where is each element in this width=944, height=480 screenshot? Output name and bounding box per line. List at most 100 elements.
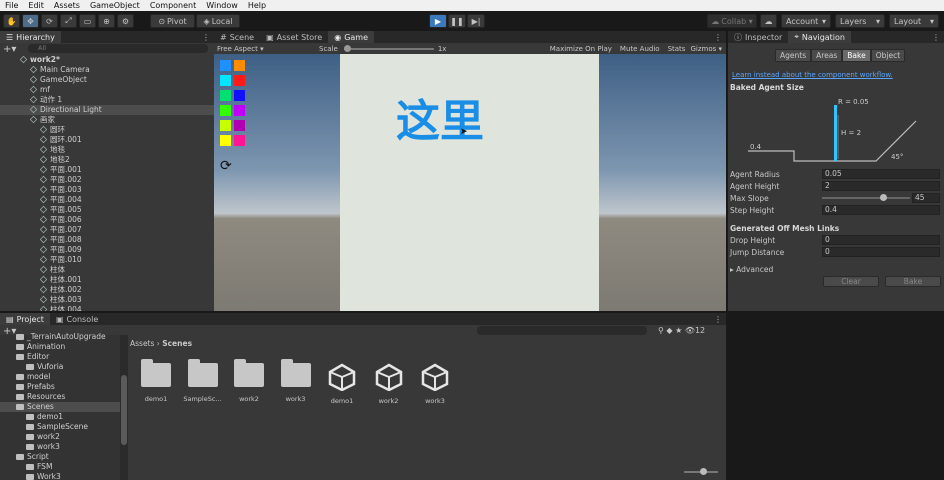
drop-height-field[interactable]: 0	[822, 235, 940, 245]
palette-swatch[interactable]	[234, 75, 245, 86]
breadcrumb-scenes[interactable]: Scenes	[162, 339, 192, 348]
project-tree-item[interactable]: Scenes	[0, 402, 120, 412]
hierarchy-item[interactable]: 平面.004	[0, 195, 214, 205]
subtab-areas[interactable]: Areas	[811, 49, 843, 62]
palette-swatch[interactable]	[234, 135, 245, 146]
asset-item[interactable]: work2	[369, 363, 409, 405]
palette-swatch[interactable]	[220, 90, 231, 101]
aspect-dropdown[interactable]: Free Aspect ▾	[217, 45, 297, 53]
palette-swatch[interactable]	[220, 105, 231, 116]
project-tree-item[interactable]: Animation	[0, 342, 120, 352]
tab-game[interactable]: ◉ Game	[328, 31, 375, 43]
breadcrumb-assets[interactable]: Assets	[130, 339, 154, 348]
move-tool-icon[interactable]: ✥	[22, 14, 39, 28]
bake-button[interactable]: Bake	[885, 276, 941, 287]
menu-window[interactable]: Window	[201, 0, 243, 11]
more-options-icon[interactable]: ⋮	[932, 33, 940, 42]
layout-dropdown[interactable]: Layout ▾	[889, 14, 939, 28]
step-button[interactable]: ▶|	[467, 14, 485, 28]
subtab-object[interactable]: Object	[870, 49, 906, 62]
menu-assets[interactable]: Assets	[49, 0, 85, 11]
hierarchy-item[interactable]: 平面.009	[0, 245, 214, 255]
hierarchy-item[interactable]: 平面.010	[0, 255, 214, 265]
menu-component[interactable]: Component	[145, 0, 201, 11]
project-tree-item[interactable]: work2	[0, 432, 120, 442]
cloud-icon[interactable]: ☁	[760, 14, 777, 28]
collab-button[interactable]: ☁ Collab ▾	[707, 14, 757, 28]
hierarchy-item[interactable]: 地毯2	[0, 155, 214, 165]
hierarchy-item[interactable]: GameObject	[0, 75, 214, 85]
asset-item[interactable]: work3	[415, 363, 455, 405]
project-tree-item[interactable]: Vuforia	[0, 362, 120, 372]
hierarchy-item[interactable]: mf	[0, 85, 214, 95]
jump-distance-field[interactable]: 0	[822, 247, 940, 257]
hierarchy-item[interactable]: 平面.008	[0, 235, 214, 245]
transform-tool-icon[interactable]: ⊕	[98, 14, 115, 28]
project-tree-item[interactable]: SampleScene	[0, 422, 120, 432]
hierarchy-item[interactable]: 柱体.003	[0, 295, 214, 305]
project-tree-item[interactable]: Resources	[0, 392, 120, 402]
custom-tool-icon[interactable]: ⚙	[117, 14, 134, 28]
max-slope-knob[interactable]	[880, 194, 887, 201]
hierarchy-item[interactable]: 平面.003	[0, 185, 214, 195]
project-tree-item[interactable]: Work3	[0, 472, 120, 480]
agent-height-field[interactable]: 2	[822, 181, 940, 191]
tab-scene[interactable]: # Scene	[214, 31, 260, 43]
palette-swatch[interactable]	[234, 120, 245, 131]
project-tree-item[interactable]: demo1	[0, 412, 120, 422]
advanced-foldout[interactable]: ▸ Advanced	[730, 265, 773, 274]
hand-tool-icon[interactable]: ✋	[3, 14, 20, 28]
palette-swatch[interactable]	[234, 90, 245, 101]
pause-button[interactable]: ❚❚	[448, 14, 466, 28]
subtab-bake[interactable]: Bake	[842, 49, 871, 62]
asset-item[interactable]: work2	[229, 359, 269, 403]
stats-toggle[interactable]: Stats	[668, 45, 686, 53]
palette-swatch[interactable]	[234, 105, 245, 116]
step-height-field[interactable]: 0.4	[822, 205, 940, 215]
refresh-icon[interactable]: ⟳	[220, 158, 232, 174]
icon-size-slider[interactable]	[684, 468, 718, 475]
hierarchy-item[interactable]: 柱体.004	[0, 305, 214, 311]
tab-navigation[interactable]: ⌖ Navigation	[788, 31, 851, 43]
hierarchy-item[interactable]: 画家	[0, 115, 214, 125]
mute-audio-toggle[interactable]: Mute Audio	[620, 45, 660, 53]
hierarchy-item[interactable]: 柱体.002	[0, 285, 214, 295]
tree-scrollbar-thumb[interactable]	[121, 375, 127, 445]
tab-console[interactable]: ▣ Console	[50, 313, 104, 325]
component-workflow-link[interactable]: Learn instead about the component workfl…	[732, 71, 893, 79]
more-options-icon[interactable]: ⋮	[202, 33, 210, 42]
more-options-icon[interactable]: ⋮	[714, 33, 722, 42]
hierarchy-item[interactable]: 平面.001	[0, 165, 214, 175]
gizmos-dropdown[interactable]: Gizmos ▾	[690, 45, 722, 53]
project-tree-item[interactable]: FSM	[0, 462, 120, 472]
project-tree-item[interactable]: Script	[0, 452, 120, 462]
project-tree-item[interactable]: _TerrainAutoUpgrade	[0, 332, 120, 342]
layers-dropdown[interactable]: Layers ▾	[835, 14, 885, 28]
hierarchy-item[interactable]: 圆环.001	[0, 135, 214, 145]
project-tree-item[interactable]: Prefabs	[0, 382, 120, 392]
asset-item[interactable]: work3	[276, 359, 316, 403]
play-button[interactable]: ▶	[429, 14, 447, 28]
menu-file[interactable]: File	[0, 0, 23, 11]
project-tree-item[interactable]: work3	[0, 442, 120, 452]
game-viewport[interactable]: ⟳ 这里 ➤	[214, 54, 726, 311]
palette-swatch[interactable]	[220, 60, 231, 71]
menu-help[interactable]: Help	[243, 0, 271, 11]
hierarchy-item[interactable]: 柱体	[0, 265, 214, 275]
palette-swatch[interactable]	[220, 75, 231, 86]
hierarchy-item[interactable]: 平面.007	[0, 225, 214, 235]
hierarchy-item[interactable]: 圆环	[0, 125, 214, 135]
icon-size-knob[interactable]	[700, 468, 707, 475]
filter-icons[interactable]: ⚲ ◆ ★ 👁12	[658, 326, 705, 335]
asset-item[interactable]: SampleSc...	[183, 359, 223, 403]
hierarchy-item[interactable]: 柱体.001	[0, 275, 214, 285]
hierarchy-item[interactable]: work2*	[0, 55, 214, 65]
hierarchy-item[interactable]: Directional Light	[0, 105, 214, 115]
max-slope-slider[interactable]	[822, 194, 910, 201]
clear-button[interactable]: Clear	[823, 276, 879, 287]
local-toggle[interactable]: ◈ Local	[196, 14, 240, 28]
max-slope-field[interactable]: 45	[912, 193, 940, 203]
asset-item[interactable]: demo1	[136, 359, 176, 403]
account-dropdown[interactable]: Account ▾	[781, 14, 831, 28]
tab-asset-store[interactable]: ▣ Asset Store	[260, 31, 328, 43]
